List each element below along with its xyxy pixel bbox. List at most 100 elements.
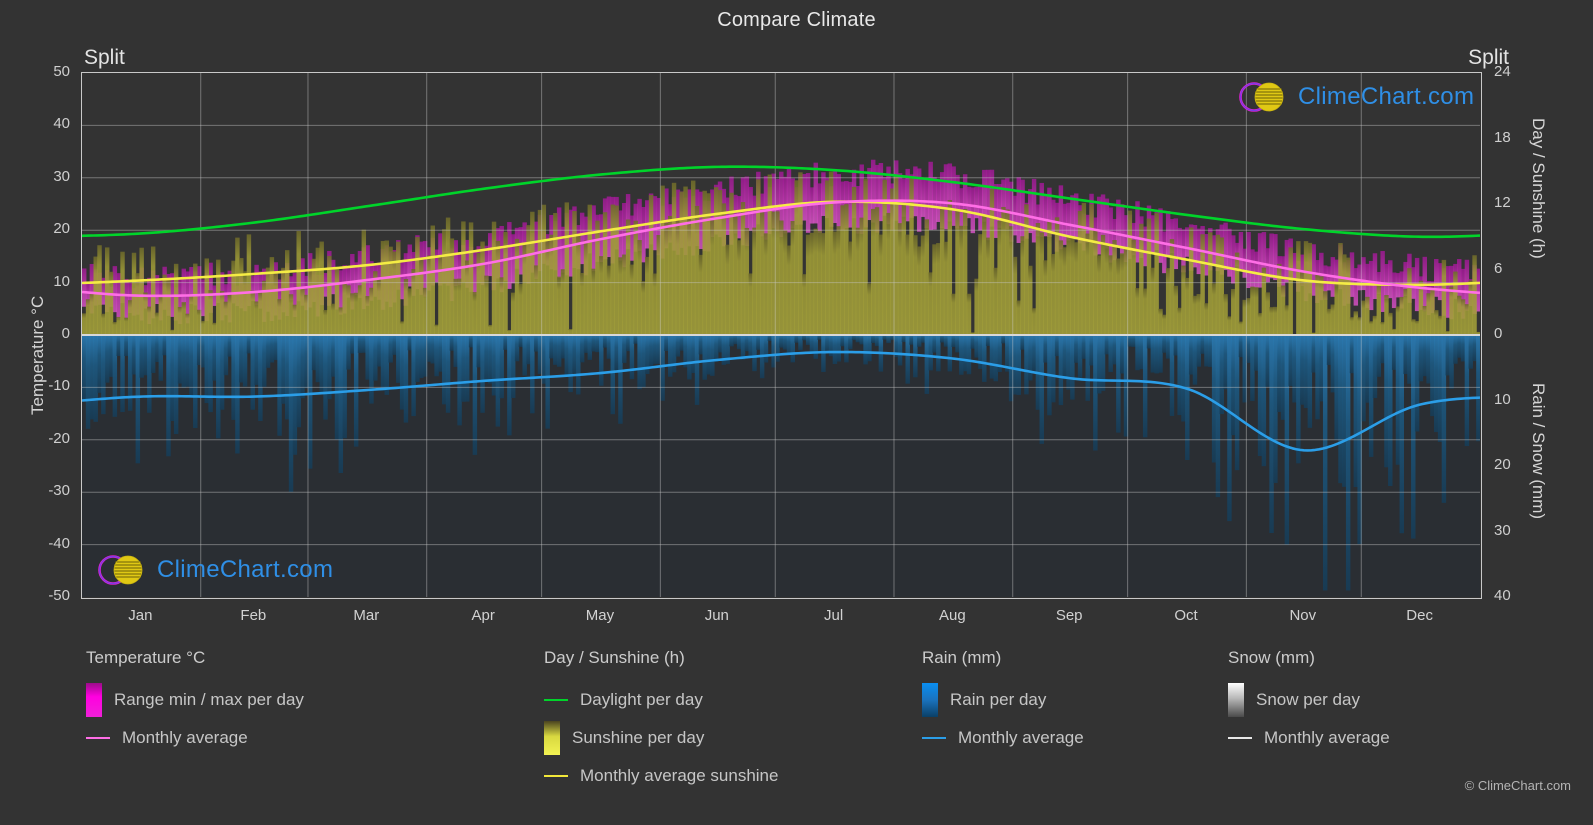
temperature-range-bar [1104,198,1110,249]
sunshine-bar [472,292,478,335]
sunshine-bar [212,322,217,335]
rain-bar [487,335,493,384]
sunshine-bar [660,185,665,335]
rain-bar [223,335,229,376]
sunshine-bar [553,212,558,335]
rain-bar [668,335,673,377]
y-tick-right-top: 12 [1494,194,1511,211]
sunshine-bar [204,258,209,335]
sunshine-bar [369,287,374,335]
sunshine-bar [319,241,324,335]
legend-swatch-line [922,737,946,739]
x-tick-aug: Aug [938,607,966,624]
sunshine-bar [219,291,225,335]
rain-bar [101,335,106,415]
rain-bar [1154,335,1159,374]
rain-bar [1261,335,1267,467]
sunshine-bar [572,210,577,335]
rain-bar [637,335,642,390]
rain-bar [1185,335,1190,460]
temperature-range-bar [1250,249,1255,288]
sunshine-bar [1361,300,1366,335]
sunshine-bar [254,301,259,335]
chart-plot-area[interactable] [81,72,1482,599]
rain-bar [1051,335,1056,403]
legend-item[interactable]: Monthly average [922,719,1084,757]
rain-bar [909,335,914,345]
rain-bar [319,335,324,393]
temperature-range-bar [1292,252,1297,280]
sunshine-bar [1005,209,1010,335]
sunshine-bar [384,240,390,335]
legend-item[interactable]: Monthly average sunshine [544,757,778,795]
rain-bar [1296,335,1301,464]
rain-bar [1112,335,1117,365]
sunshine-bar [1265,292,1270,335]
rain-bar [1219,335,1224,415]
sunshine-bar [1165,268,1171,335]
legend-item[interactable]: Snow per day [1228,681,1390,719]
rain-bar [1135,335,1140,371]
rain-bar [407,335,412,351]
temperature-range-bar [943,164,949,230]
sunshine-bar [514,238,520,335]
rain-bar [1150,335,1156,373]
sunshine-bar [281,267,286,335]
legend-item[interactable]: Sunshine per day [544,719,778,757]
rain-bar [928,335,933,371]
rain-bar [836,335,841,362]
legend-item[interactable]: Range min / max per day [86,681,304,719]
sunshine-bar [1407,268,1412,335]
temperature-range-bar [82,268,87,307]
sunshine-bar [392,251,397,335]
rain-bar [556,335,562,367]
rain-bar [675,335,681,357]
rain-bar [1472,335,1477,362]
temperature-range-bar [1142,226,1148,267]
sunshine-bar [131,252,137,335]
y-axis-right-top-title: Day / Sunshine (h) [1529,118,1548,259]
rain-bar [924,335,930,394]
rain-bar [258,335,263,421]
rain-bar [1338,335,1343,484]
sunshine-bar [637,240,642,335]
sunshine-bar [1208,232,1213,335]
sunshine-bar [1395,306,1401,335]
rain-bar [1058,335,1064,406]
rain-bar [1468,335,1473,369]
temperature-range-bar [1177,227,1182,258]
rain-bar [610,335,615,415]
rain-bar [533,335,539,352]
sunshine-bar [545,240,550,335]
rain-bar [104,335,110,383]
legend-item[interactable]: Monthly average [86,719,304,757]
rain-bar [763,335,769,363]
sunshine-bar [1288,247,1293,335]
temperature-range-bar [124,278,129,319]
sunshine-bar [223,301,229,335]
rain-bar [1116,335,1121,433]
rain-bar [139,335,144,378]
sunshine-bar [1322,291,1328,335]
rain-bar [840,335,845,347]
rain-bar [1093,335,1098,451]
sunshine-bar [1100,234,1106,335]
sunshine-bar [1173,285,1179,335]
rain-bar [277,335,282,436]
sunshine-bar [683,186,688,335]
rain-bar [246,335,252,354]
rain-bar [1131,335,1136,347]
sunshine-bar [1403,289,1408,335]
temperature-range-bar [1020,179,1025,241]
rain-bar [158,335,164,381]
rain-bar [706,335,711,375]
rain-bar [568,335,573,393]
sunshine-bar [679,191,684,335]
climate-plot-svg [82,73,1480,597]
legend-item[interactable]: Rain per day [922,681,1084,719]
sunshine-bar [1131,239,1136,335]
legend-item[interactable]: Monthly average [1228,719,1390,757]
temperature-range-bar [1311,244,1316,296]
legend-item[interactable]: Daylight per day [544,681,778,719]
rain-bar [150,335,156,373]
